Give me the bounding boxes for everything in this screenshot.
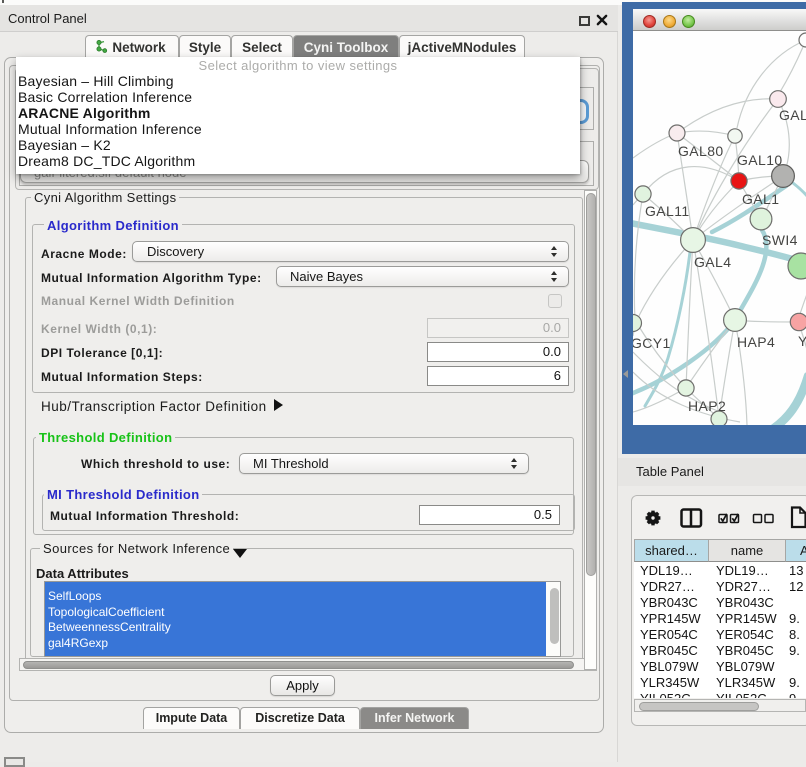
svg-text:SWI4: SWI4 — [762, 232, 798, 248]
svg-text:GAL1: GAL1 — [742, 191, 779, 207]
svg-text:HAP2: HAP2 — [688, 398, 726, 414]
svg-text:Y: Y — [798, 333, 806, 349]
svg-text:GAL80: GAL80 — [678, 143, 724, 159]
svg-text:GAL11: GAL11 — [645, 203, 690, 219]
svg-text:GAL10: GAL10 — [737, 152, 783, 168]
svg-text:HAP4: HAP4 — [737, 334, 775, 350]
svg-text:GCY1: GCY1 — [633, 335, 671, 351]
svg-text:GAL4: GAL4 — [694, 254, 731, 270]
svg-text:GAL2: GAL2 — [779, 107, 806, 123]
